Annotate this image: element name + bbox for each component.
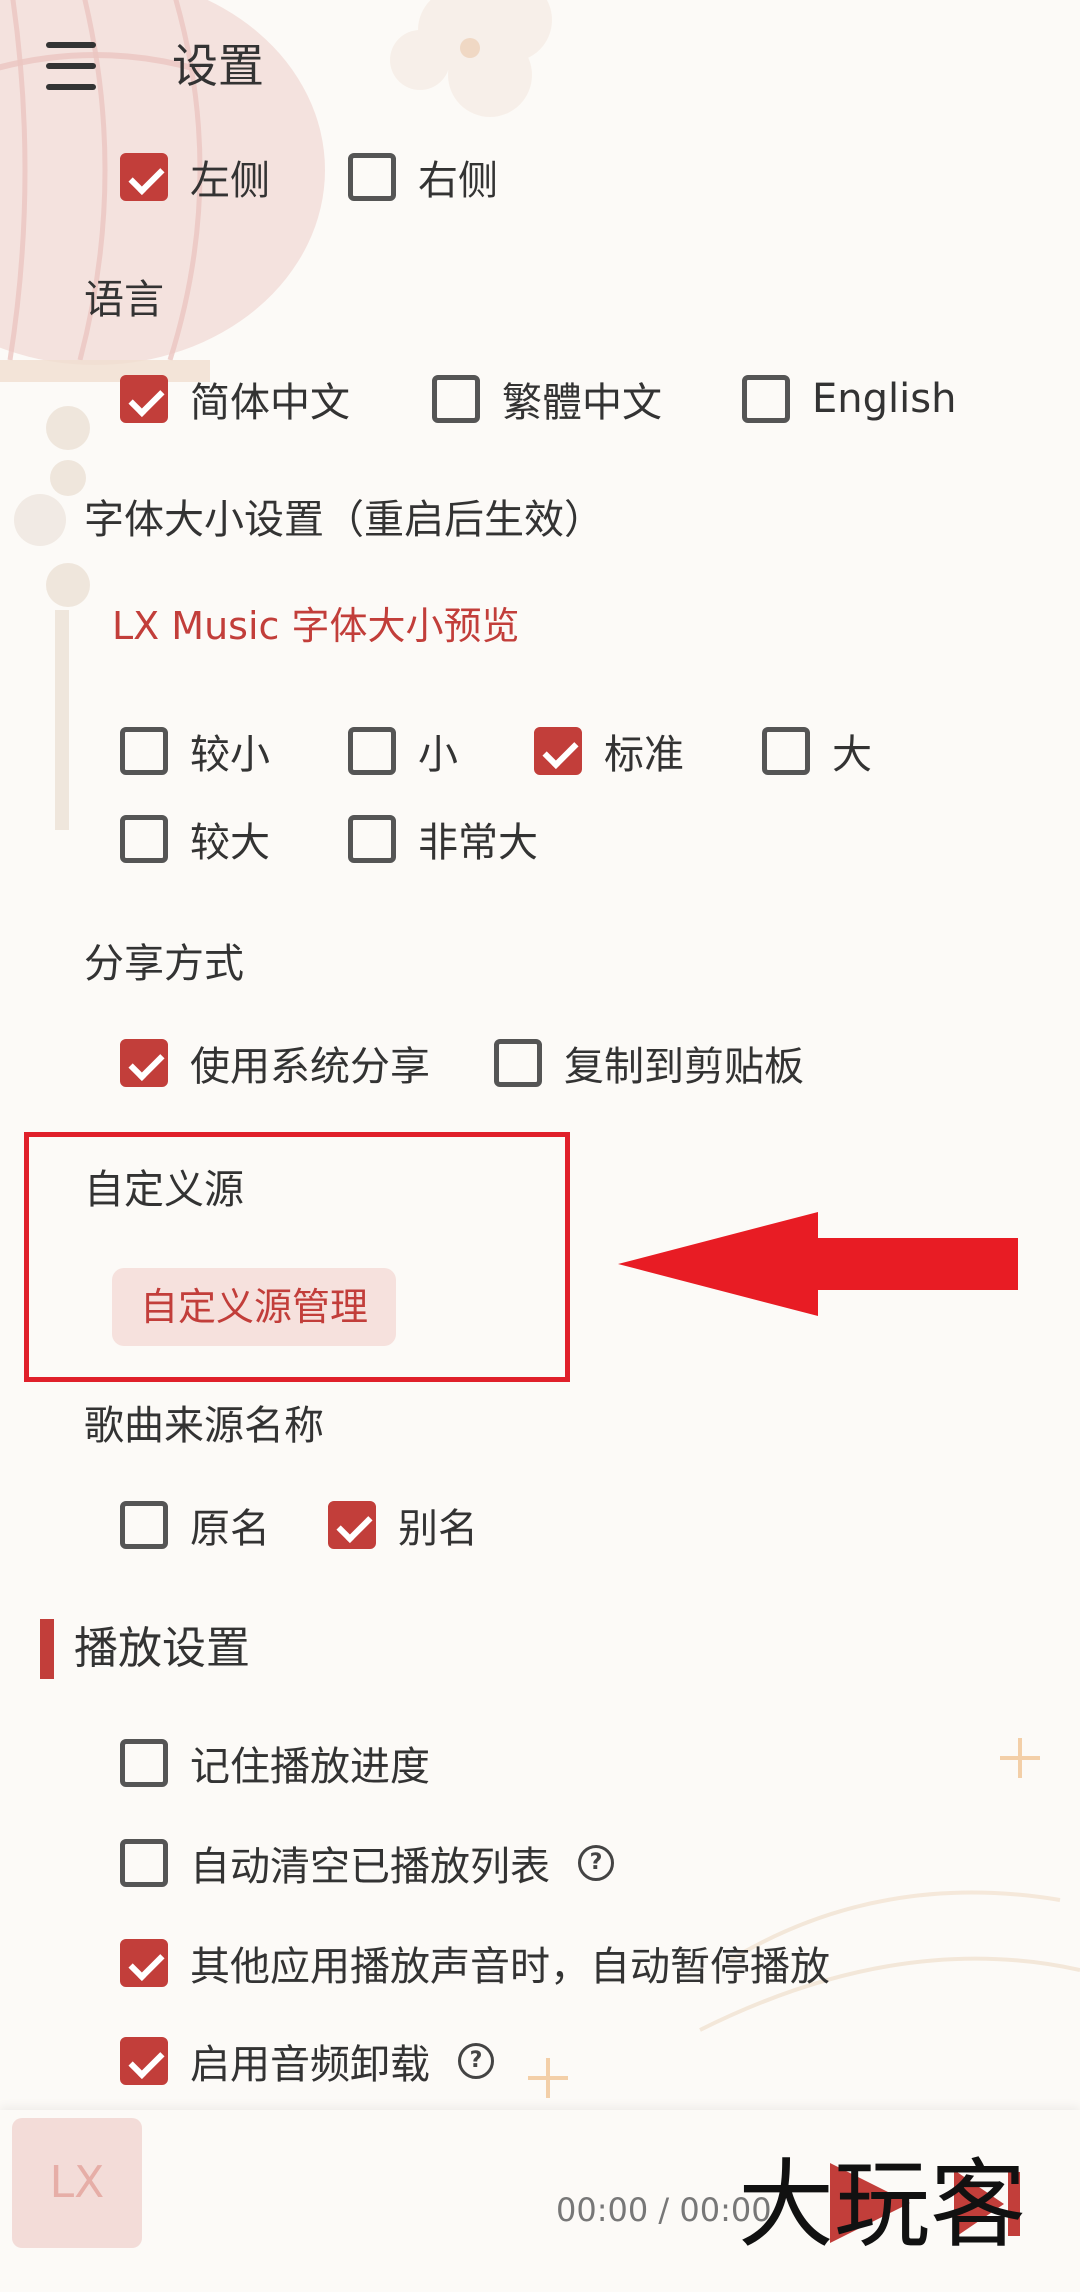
option-alias[interactable]: 别名 — [328, 1490, 478, 1560]
option-font-large[interactable]: 大 — [762, 716, 872, 786]
song-source-name-label: 歌曲来源名称 — [84, 1403, 324, 1449]
checkbox-font-larger[interactable] — [120, 815, 168, 863]
option-audio-offload[interactable]: 启用音频卸载 ? — [120, 2026, 494, 2096]
option-left[interactable]: 左侧 — [120, 142, 270, 212]
checkbox-alias[interactable] — [328, 1501, 376, 1549]
option-original-name[interactable]: 原名 — [120, 1490, 270, 1560]
watermark-logo: 大玩客 — [738, 2149, 1026, 2261]
checkbox-original-name[interactable] — [120, 1501, 168, 1549]
option-label: 记住播放进度 — [190, 1744, 430, 1790]
page-title: 设置 — [172, 39, 264, 93]
option-label: 非常大 — [418, 820, 538, 866]
option-label: 右侧 — [418, 158, 498, 204]
option-label: 自动清空已播放列表 — [190, 1844, 550, 1890]
checkbox-traditional-chinese[interactable] — [432, 375, 480, 423]
playback-section-title: 播放设置 — [74, 1623, 250, 1674]
option-label: 小 — [418, 732, 458, 778]
share-label: 分享方式 — [84, 941, 244, 987]
option-label: 大 — [832, 732, 872, 778]
checkbox-remember-progress[interactable] — [120, 1739, 168, 1787]
checkbox-auto-pause[interactable] — [120, 1939, 168, 1987]
option-right[interactable]: 右侧 — [348, 142, 498, 212]
option-remember-progress[interactable]: 记住播放进度 — [120, 1728, 430, 1798]
option-label: 较小 — [190, 732, 270, 778]
hamburger-menu-icon[interactable] — [36, 30, 108, 102]
option-label: 繁體中文 — [502, 380, 662, 426]
option-font-very-large[interactable]: 非常大 — [348, 804, 538, 874]
option-label: 简体中文 — [190, 380, 350, 426]
checkbox-font-smaller[interactable] — [120, 727, 168, 775]
option-system-share[interactable]: 使用系统分享 — [120, 1028, 430, 1098]
option-font-larger[interactable]: 较大 — [120, 804, 270, 874]
option-label: 较大 — [190, 820, 270, 866]
red-arrow-annotation — [618, 1212, 1018, 1316]
checkbox-audio-offload[interactable] — [120, 2037, 168, 2085]
language-label: 语言 — [84, 277, 164, 323]
option-label: 启用音频卸载 — [190, 2042, 430, 2088]
checkbox-left[interactable] — [120, 153, 168, 201]
custom-source-label: 自定义源 — [84, 1167, 244, 1213]
checkbox-font-large[interactable] — [762, 727, 810, 775]
checkbox-font-small[interactable] — [348, 727, 396, 775]
checkbox-font-very-large[interactable] — [348, 815, 396, 863]
option-font-standard[interactable]: 标准 — [534, 716, 684, 786]
font-size-preview: LX Music 字体大小预览 — [112, 604, 520, 648]
font-size-label: 字体大小设置（重启后生效） — [84, 497, 604, 543]
option-label: 标准 — [604, 732, 684, 778]
checkbox-system-share[interactable] — [120, 1039, 168, 1087]
album-art[interactable]: LX — [12, 2118, 142, 2248]
checkbox-simplified-chinese[interactable] — [120, 375, 168, 423]
option-english[interactable]: English — [742, 364, 956, 434]
checkbox-font-standard[interactable] — [534, 727, 582, 775]
option-label: 其他应用播放声音时，自动暂停播放 — [190, 1944, 830, 1990]
option-traditional-chinese[interactable]: 繁體中文 — [432, 364, 662, 434]
option-font-small[interactable]: 小 — [348, 716, 458, 786]
checkbox-auto-clear-played[interactable] — [120, 1839, 168, 1887]
option-auto-pause[interactable]: 其他应用播放声音时，自动暂停播放 — [120, 1928, 830, 1998]
checkbox-english[interactable] — [742, 375, 790, 423]
option-label: 使用系统分享 — [190, 1044, 430, 1090]
option-label: 左侧 — [190, 158, 270, 204]
option-label: English — [812, 376, 957, 422]
option-label: 原名 — [190, 1506, 270, 1552]
checkbox-copy-clipboard[interactable] — [494, 1039, 542, 1087]
option-label: 别名 — [398, 1506, 478, 1552]
option-simplified-chinese[interactable]: 简体中文 — [120, 364, 350, 434]
option-label: 复制到剪贴板 — [564, 1044, 804, 1090]
option-copy-clipboard[interactable]: 复制到剪贴板 — [494, 1028, 804, 1098]
section-accent-bar — [40, 1619, 54, 1679]
help-icon[interactable]: ? — [458, 2043, 494, 2079]
custom-source-manage-button[interactable]: 自定义源管理 — [112, 1268, 396, 1346]
help-icon[interactable]: ? — [578, 1845, 614, 1881]
option-font-smaller[interactable]: 较小 — [120, 716, 270, 786]
checkbox-right[interactable] — [348, 153, 396, 201]
option-auto-clear-played[interactable]: 自动清空已播放列表 ? — [120, 1828, 614, 1898]
